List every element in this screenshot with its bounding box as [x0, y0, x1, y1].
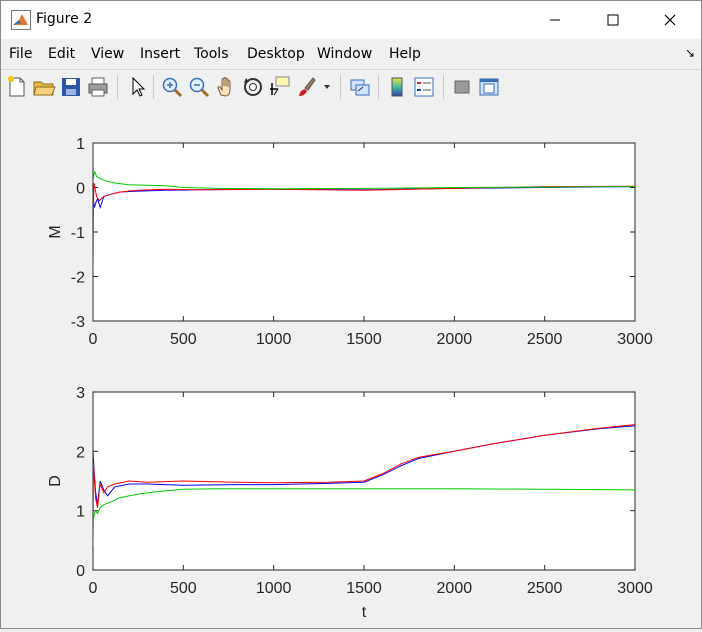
rotate-3d-icon[interactable] — [241, 75, 265, 99]
axes-d-xtick-label: 2500 — [527, 580, 563, 597]
show-plot-tools-icon[interactable] — [477, 75, 501, 99]
axes-d[interactable]: 0 500 1000 1500 2000 2500 3000 3 2 1 0 Dt — [47, 385, 653, 621]
insert-legend-icon[interactable] — [412, 75, 436, 99]
axes-m-ytick-label: -3 — [71, 314, 85, 331]
insert-colorbar-icon[interactable] — [385, 75, 409, 99]
axes-d-ytick-label: 2 — [76, 444, 85, 461]
axes-d-xtick-label: 2000 — [437, 580, 473, 597]
toolbar-separator — [153, 75, 154, 99]
figure-toolbar — [1, 69, 701, 105]
save-icon[interactable] — [59, 75, 83, 99]
figure-canvas[interactable]: 0 500 1000 1500 2000 2500 3000 1 0 -1 -2 -3 M 0 500 100… — [1, 104, 701, 628]
menu-desktop[interactable]: Desktop — [247, 46, 305, 62]
toolbar-separator — [443, 75, 444, 99]
axes-m-ytick-label: 1 — [76, 136, 85, 153]
axes-m-ytick-label: -1 — [71, 225, 85, 242]
axes-m-xtick-label: 3000 — [617, 331, 653, 348]
axes-d-xtick-label: 500 — [170, 580, 197, 597]
data-cursor-icon[interactable] — [268, 75, 292, 99]
axes-d-xtick-label: 1500 — [346, 580, 382, 597]
figure-plot-area: 0 500 1000 1500 2000 2500 300010-1-2-3M0 500 100… — [47, 136, 653, 621]
toolbar-separator — [340, 75, 341, 99]
axes-d-xlabel: t — [362, 604, 367, 621]
maximize-button[interactable] — [590, 1, 636, 39]
axes-d-xtick-label: 3000 — [617, 580, 653, 597]
menu-bar: File Edit View Insert Tools Desktop Wind… — [1, 41, 701, 67]
axes-m-xtick-label: 0 — [89, 331, 98, 348]
menu-edit[interactable]: Edit — [48, 46, 75, 62]
close-button[interactable] — [647, 1, 693, 39]
edit-plot-arrow-icon[interactable] — [125, 75, 149, 99]
hide-plot-tools-icon[interactable] — [450, 75, 474, 99]
brush-dropdown-chevron-icon[interactable] — [323, 83, 331, 91]
pan-hand-icon[interactable] — [214, 75, 238, 99]
menu-view[interactable]: View — [91, 46, 124, 62]
axes-m-xtick-label: 2500 — [527, 331, 563, 348]
axes-m-ytick-label: -2 — [71, 270, 85, 287]
axes-d-xtick-label: 0 — [89, 580, 98, 597]
minimize-button[interactable] — [532, 1, 578, 39]
axes-d-ylabel: D — [47, 475, 64, 487]
axes-m-xtick-label: 500 — [170, 331, 197, 348]
menu-file[interactable]: File — [9, 46, 32, 62]
zoom-out-icon[interactable] — [187, 75, 211, 99]
matlab-logo-icon — [11, 10, 31, 30]
axes-m-xtick-label: 1000 — [256, 331, 292, 348]
print-icon[interactable] — [86, 75, 110, 99]
zoom-in-icon[interactable] — [160, 75, 184, 99]
axes-m-ytick-label: 0 — [76, 181, 85, 198]
axes-m-xtick-label: 1500 — [346, 331, 382, 348]
link-plot-icon[interactable] — [348, 75, 372, 99]
axes-m-box — [92, 142, 636, 322]
new-figure-icon[interactable] — [5, 75, 29, 99]
dock-arrow-icon[interactable]: ↘ — [685, 46, 695, 60]
maximize-icon — [607, 14, 619, 26]
figure-window: Figure 2 File Edit View Insert Tools Des… — [0, 0, 702, 629]
axes-m-xtick-label: 2000 — [437, 331, 473, 348]
menu-help[interactable]: Help — [389, 46, 421, 62]
axes-d-xtick-label: 1000 — [256, 580, 292, 597]
close-icon — [664, 14, 676, 26]
brush-icon[interactable] — [295, 75, 319, 99]
window-title: Figure 2 — [36, 11, 93, 27]
toolbar-separator — [117, 75, 118, 99]
axes-d-ytick-label: 0 — [76, 563, 85, 580]
axes-d-ytick-label: 3 — [76, 385, 85, 402]
menu-window[interactable]: Window — [317, 46, 372, 62]
open-file-icon[interactable] — [32, 75, 56, 99]
axes-m[interactable]: 0 500 1000 1500 2000 2500 3000 1 0 -1 -2 -3 M — [47, 136, 653, 348]
toolbar-separator — [378, 75, 379, 99]
axes-m-ylabel: M — [47, 225, 64, 238]
axes-d-ytick-label: 1 — [76, 504, 85, 521]
title-bar: Figure 2 — [1, 1, 701, 39]
menu-insert[interactable]: Insert — [140, 46, 180, 62]
minimize-icon — [550, 19, 560, 21]
menu-tools[interactable]: Tools — [194, 46, 229, 62]
